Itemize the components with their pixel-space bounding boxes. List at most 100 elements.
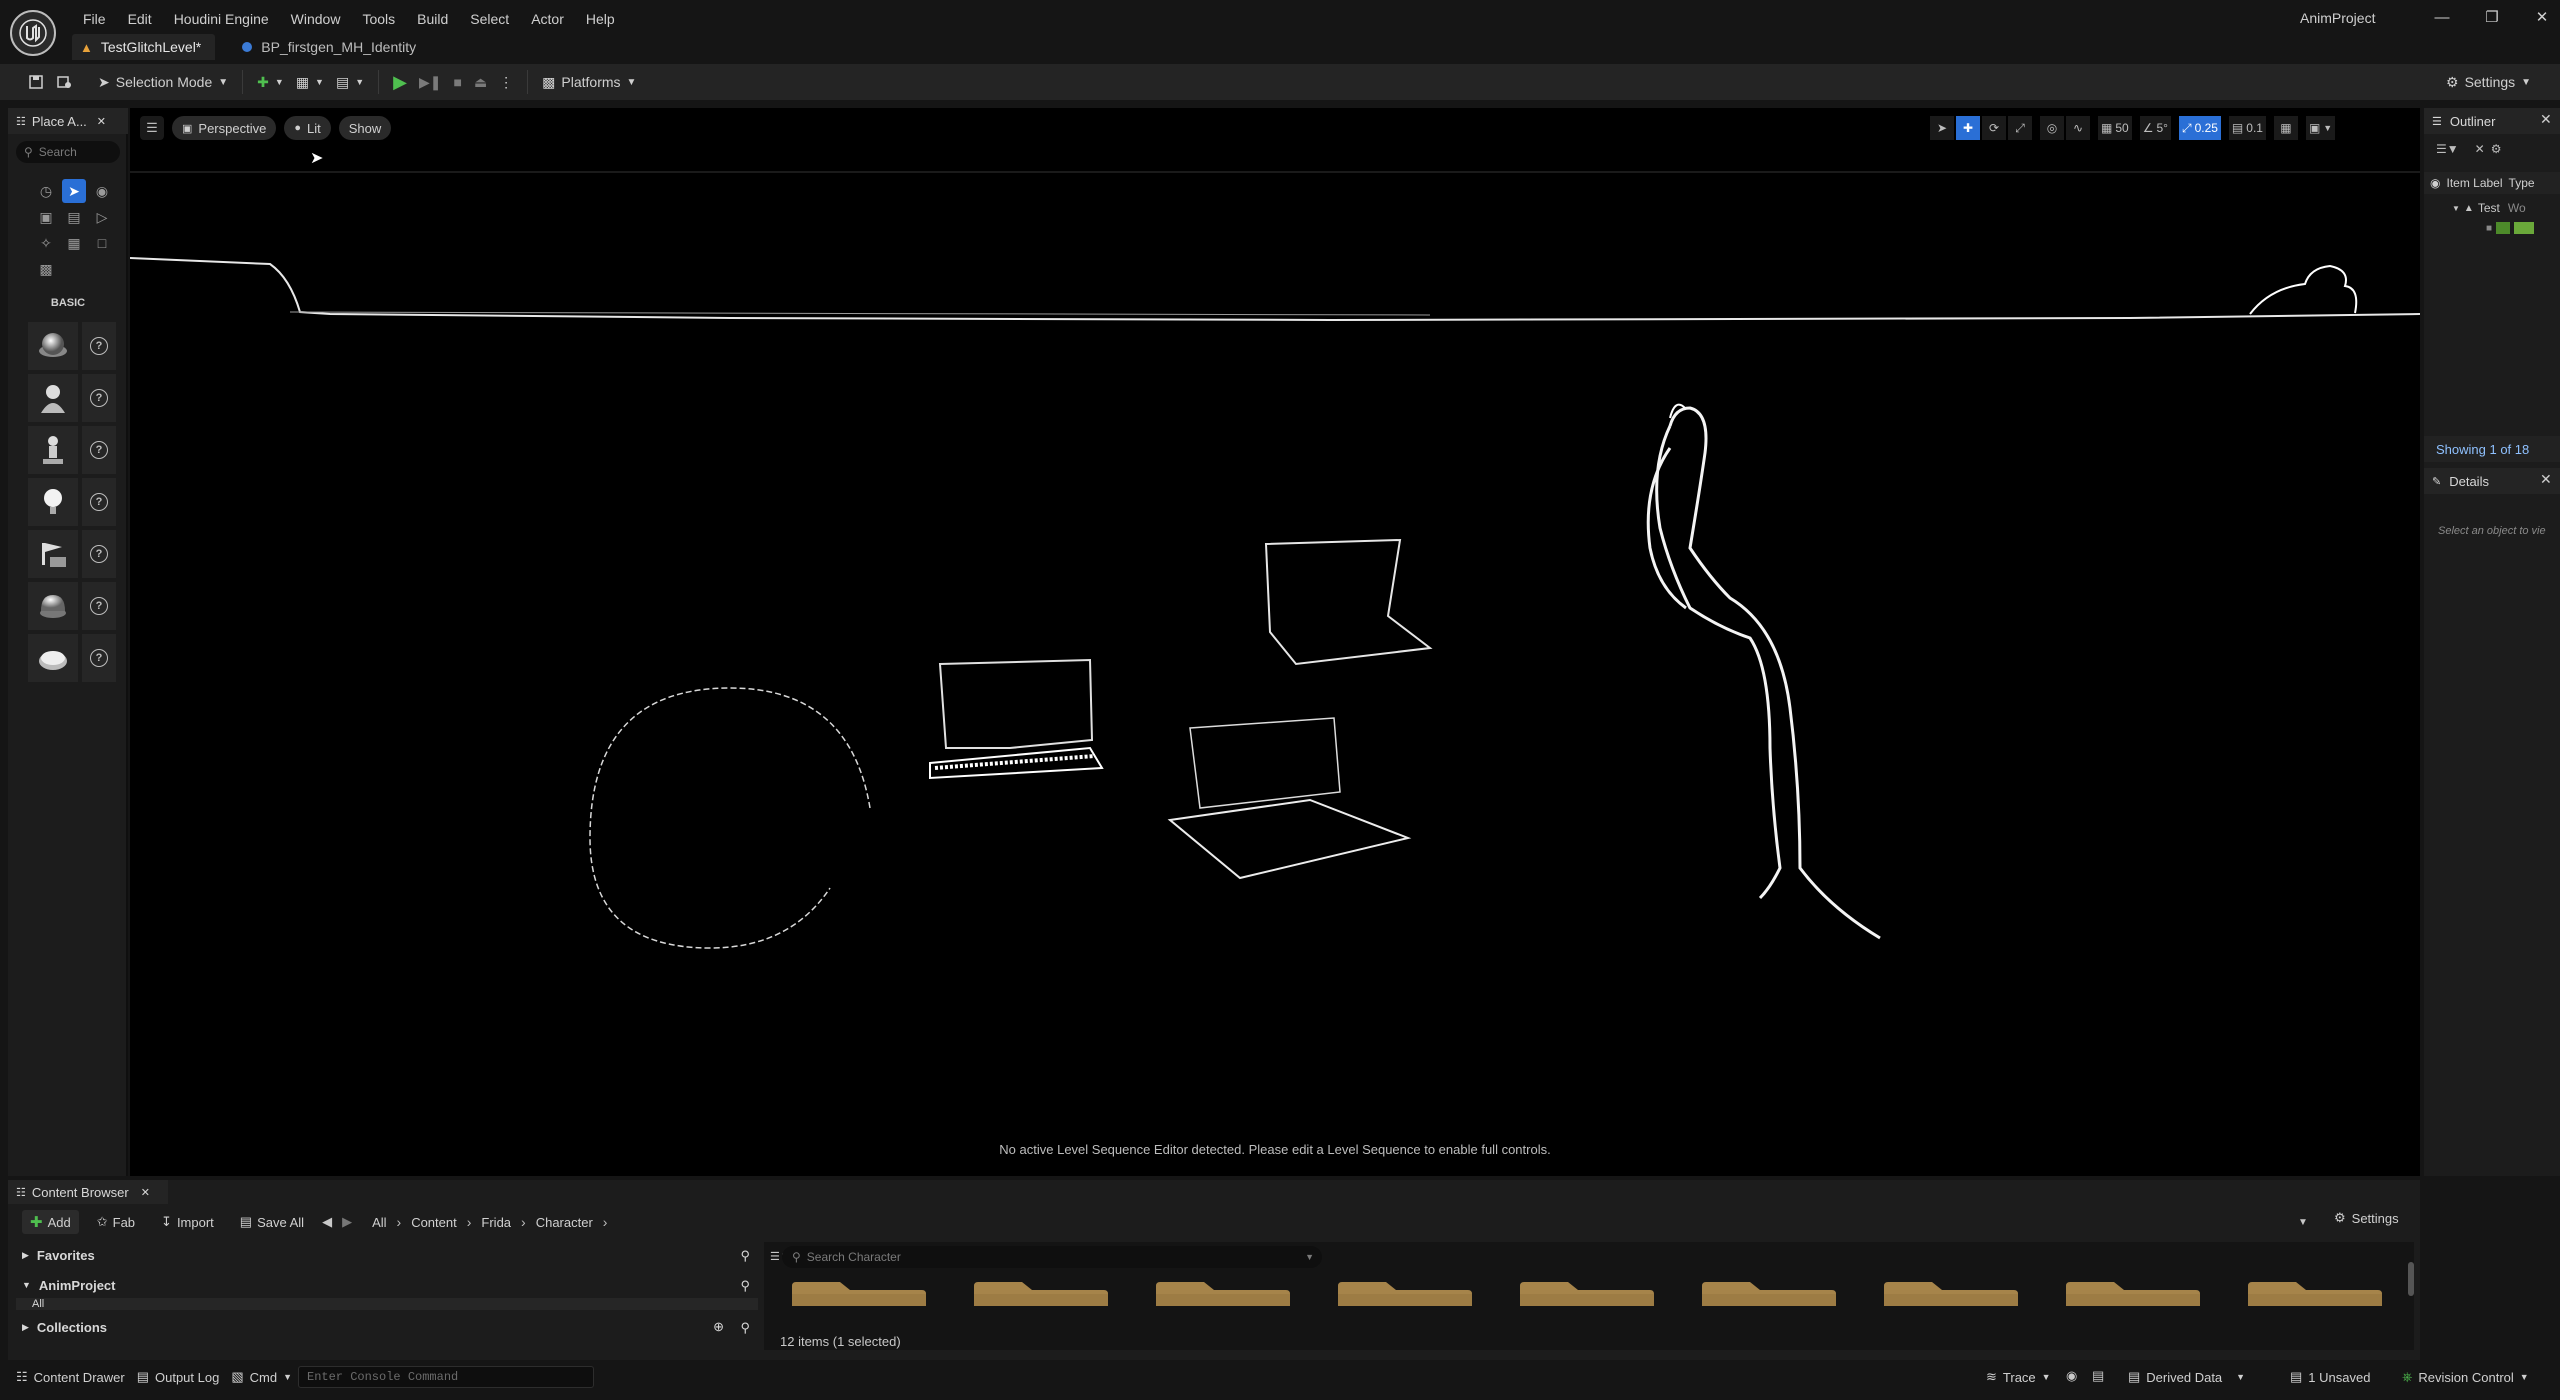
cmd-dropdown[interactable]: ▧ Cmd ▼ (225, 1365, 298, 1389)
rotate-tool-icon[interactable]: ⟳ (1982, 116, 2006, 140)
outliner-settings-icon[interactable]: ⚙ (2491, 142, 2502, 156)
play-icon[interactable]: ▶ (387, 68, 413, 96)
folder-thumbnail[interactable] (2062, 1278, 2200, 1306)
lights-category-icon[interactable]: ◉ (88, 178, 116, 204)
minimize-icon[interactable]: — (2430, 6, 2454, 28)
folder-thumbnail[interactable] (1880, 1278, 2018, 1306)
save-all-button[interactable]: ▤ Save All (232, 1210, 312, 1234)
layout-dropdown[interactable]: ▣ ▼ (2305, 116, 2336, 140)
volumes-category-icon[interactable]: ▦ (60, 230, 88, 256)
platforms-dropdown[interactable]: ▩ Platforms ▼ (536, 68, 642, 96)
derived-data-dropdown[interactable]: ▤ Derived Data ▼ (2122, 1365, 2251, 1389)
menu-help[interactable]: Help (575, 8, 626, 30)
selection-mode-dropdown[interactable]: ➤ Selection Mode ▼ (92, 68, 234, 96)
actor-row[interactable]: ? (28, 322, 120, 370)
browse-level-icon[interactable] (50, 68, 78, 96)
actor-help[interactable]: ? (82, 374, 116, 422)
cinematic-category-icon[interactable]: ▤ (60, 204, 88, 230)
search-icon[interactable]: ⚲ (740, 1320, 750, 1336)
add-collection-icon[interactable]: ⊕ (713, 1319, 724, 1335)
menu-edit[interactable]: Edit (117, 8, 163, 30)
folder-all[interactable]: All (16, 1298, 758, 1310)
eye-icon[interactable]: ◉ (2430, 176, 2440, 190)
cube-actor-icon[interactable] (28, 582, 78, 630)
perspective-dropdown[interactable]: ▣ Perspective (172, 116, 277, 140)
recent-icon[interactable]: ◷ (32, 178, 60, 204)
eject-icon[interactable]: ⏏ (468, 68, 493, 96)
favorites-section[interactable]: ▶ Favorites ⚲ (16, 1242, 758, 1268)
unsaved-button[interactable]: ▤ 1 Unsaved (2284, 1365, 2376, 1389)
view-mode-dropdown[interactable]: ● Lit (284, 116, 331, 140)
close-icon[interactable]: ✕ (97, 115, 106, 128)
sphere-actor-icon[interactable] (28, 322, 78, 370)
breadcrumb-content[interactable]: Content (411, 1215, 457, 1230)
menu-select[interactable]: Select (459, 8, 520, 30)
tab-level[interactable]: ▲ TestGlitchLevel* (72, 34, 216, 60)
advance-frame-icon[interactable]: ▶❚ (413, 68, 448, 96)
unreal-logo-icon[interactable] (10, 10, 56, 56)
cinematics-dropdown[interactable]: ▤ ▼ (330, 68, 370, 96)
close-icon[interactable]: ✕ (141, 1186, 150, 1199)
breadcrumb-separator-icon[interactable]: › (397, 1214, 402, 1230)
breadcrumb-character[interactable]: Character (536, 1215, 593, 1230)
actor-row[interactable]: ? (28, 582, 120, 630)
more-options-icon[interactable]: ⋮ (493, 68, 519, 96)
visual-effects-category-icon[interactable]: ▷ (88, 204, 116, 230)
content-drawer-button[interactable]: ☷ Content Drawer (10, 1365, 131, 1389)
menu-file[interactable]: File (72, 8, 117, 30)
content-browser-settings[interactable]: ⚙ Settings (2334, 1210, 2399, 1226)
search-icon[interactable]: ⚲ (740, 1278, 750, 1294)
folder-thumbnail[interactable] (1698, 1278, 1836, 1306)
folder-thumbnail[interactable] (2244, 1278, 2382, 1306)
history-back-icon[interactable]: ◀ (322, 1214, 332, 1230)
shapes-category-icon[interactable]: ▣ (32, 204, 60, 230)
translate-tool-icon[interactable]: ✚ (1956, 116, 1980, 140)
actor-row[interactable]: ? (28, 374, 120, 422)
breadcrumb-frida[interactable]: Frida (481, 1215, 511, 1230)
close-filter-icon[interactable]: ✕ (2475, 142, 2485, 156)
point-light-actor-icon[interactable] (28, 478, 78, 526)
actor-help[interactable]: ? (82, 634, 116, 682)
rotation-snap-toggle[interactable]: ∠ 5° (2139, 116, 2171, 140)
plane-actor-icon[interactable] (28, 634, 78, 682)
actor-help[interactable]: ? (82, 322, 116, 370)
breadcrumb-separator-icon[interactable]: › (467, 1214, 472, 1230)
content-browser-tab[interactable]: ☷ Content Browser ✕ (8, 1180, 168, 1204)
level-viewport[interactable]: ☰ ▣ Perspective ● Lit Show ➤ ➤ ✚ ⟳ ⤢ ◎ ∿… (130, 108, 2420, 1176)
actor-row[interactable]: ? (28, 634, 120, 682)
restore-icon[interactable]: ❐ (2480, 6, 2504, 28)
asset-search-input[interactable]: ⚲ Search Character ▼ (782, 1246, 1322, 1268)
chevron-down-icon[interactable]: ▼ (1305, 1252, 1314, 1262)
expand-arrow-icon[interactable]: ▼ (2452, 204, 2460, 213)
breadcrumb-all[interactable]: All (372, 1215, 386, 1230)
actor-help[interactable]: ? (82, 426, 116, 474)
blueprint-dropdown[interactable]: ▦ ▼ (290, 68, 330, 96)
menu-window[interactable]: Window (280, 8, 352, 30)
folder-thumbnail[interactable] (970, 1278, 1108, 1306)
camera-speed-toggle[interactable]: ▤ 0.1 (2228, 116, 2266, 140)
place-actors-tab[interactable]: ☷ Place A... ✕ (8, 108, 128, 134)
fab-button[interactable]: ✩ Fab (89, 1210, 143, 1234)
actor-help[interactable]: ? (82, 582, 116, 630)
search-icon[interactable]: ⚲ (740, 1248, 750, 1264)
add-button[interactable]: ✚ Add (22, 1210, 79, 1234)
history-forward-icon[interactable]: ▶ (342, 1214, 352, 1230)
outliner-row-actor[interactable]: ■ (2486, 218, 2535, 238)
all-classes-category-icon[interactable]: □ (88, 230, 116, 256)
scale-tool-icon[interactable]: ⤢ (2008, 116, 2032, 140)
maximize-viewport-icon[interactable]: ▦ (2273, 116, 2298, 140)
breadcrumb-separator-icon[interactable]: › (521, 1214, 526, 1230)
settings-dropdown[interactable]: ⚙ Settings ▼ (2440, 68, 2537, 96)
outliner-row-world[interactable]: ▼ ▲ Test Wo (2452, 198, 2526, 218)
basic-category-icon[interactable]: ➤ (62, 179, 86, 203)
record-icon[interactable]: ◉ (2066, 1368, 2077, 1384)
tab-blueprint[interactable]: BP_firstgen_MH_Identity (233, 34, 430, 60)
asset-scrollbar[interactable] (2408, 1262, 2414, 1296)
menu-tools[interactable]: Tools (351, 8, 406, 30)
close-icon[interactable]: ✕ (2540, 471, 2552, 488)
column-type[interactable]: Type (2509, 176, 2535, 190)
folder-thumbnail[interactable] (788, 1278, 926, 1306)
actor-row[interactable]: ? (28, 426, 120, 474)
add-actor-dropdown[interactable]: ✚ ▼ (251, 68, 290, 96)
actor-row[interactable]: ? (28, 478, 120, 526)
